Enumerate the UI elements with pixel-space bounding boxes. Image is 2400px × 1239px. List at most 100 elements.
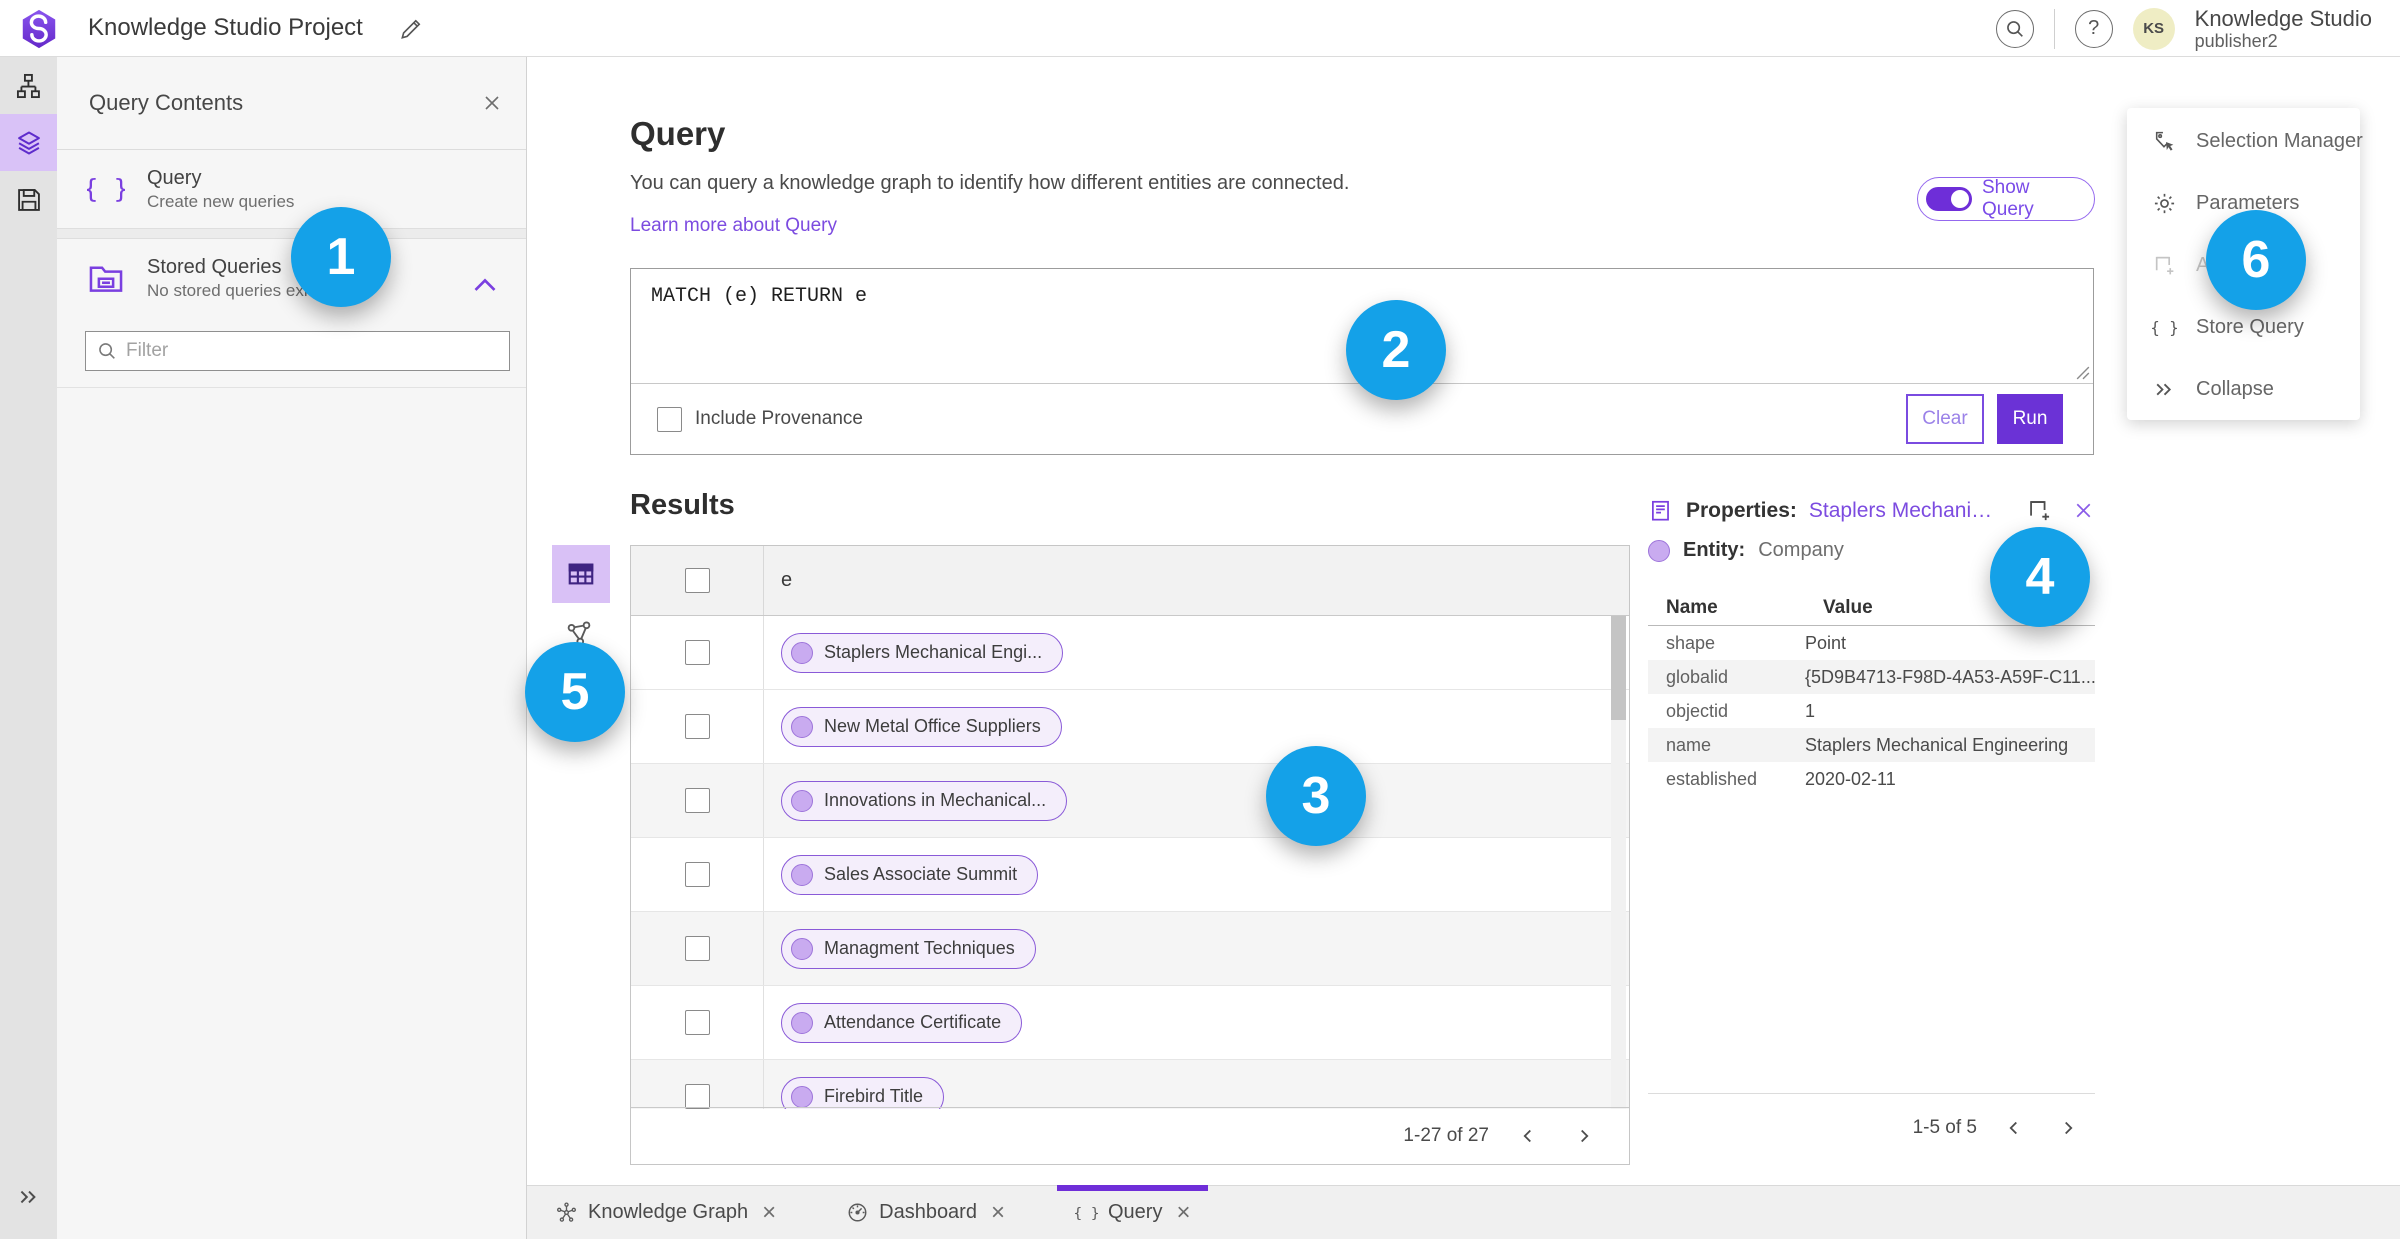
tab-knowledge-graph[interactable]: Knowledge Graph × [543, 1186, 788, 1239]
tab-query[interactable]: { } Query × [1056, 1185, 1209, 1239]
double-chevron-right-icon [2152, 377, 2177, 402]
table-row: Managment Techniques [631, 912, 1629, 986]
show-query-toggle[interactable]: Show Query [1917, 177, 2095, 221]
divider [57, 387, 526, 388]
tab-close-icon[interactable]: × [762, 1200, 776, 1225]
previous-page-icon[interactable] [1511, 1119, 1545, 1153]
entity-pill[interactable]: Firebird Title [781, 1076, 945, 1109]
menu-item-label: Store Query [2196, 315, 2304, 338]
chevron-up-icon[interactable] [466, 267, 504, 305]
property-value: 2020-02-11 [1805, 768, 1896, 789]
tab-label: Query [1107, 1201, 1163, 1223]
query-view: Query You can query a knowledge graph to… [527, 57, 2400, 1185]
entity-pill[interactable]: Innovations in Mechanical... [781, 780, 1068, 821]
next-page-icon[interactable] [2051, 1111, 2085, 1145]
svg-text:{ }: { } [2152, 319, 2177, 337]
results-table: e Staplers Mechanical Engi... New Metal O… [630, 545, 1630, 1165]
properties-table-body: shape Point globalid {5D9B4713-F98D-4A53-A5… [1648, 626, 2095, 796]
tab-dashboard[interactable]: Dashboard × [834, 1186, 1017, 1239]
scrollbar-thumb[interactable] [1611, 616, 1626, 720]
menu-item-selection-manager[interactable]: Selection Manager [2127, 110, 2363, 172]
help-icon[interactable]: ? [2074, 9, 2113, 48]
row-checkbox[interactable] [684, 1084, 710, 1109]
annotation-circle-1: 1 [291, 207, 391, 307]
run-button[interactable]: Run [1997, 394, 2063, 444]
entity-pill-label: New Metal Office Suppliers [824, 716, 1041, 736]
item-sublabel: No stored queries exist [147, 280, 321, 300]
include-provenance-checkbox[interactable] [657, 406, 682, 432]
view-tabbar: Knowledge Graph × Dashboard × { } Query × [527, 1185, 2400, 1239]
tab-close-icon[interactable]: × [991, 1200, 1005, 1225]
toggle-label: Show Query [1982, 177, 2034, 220]
clear-button[interactable]: Clear [1906, 394, 1984, 444]
menu-item-label: Selection Manager [2196, 129, 2363, 152]
add-to-map-icon[interactable] [2026, 497, 2053, 524]
table-row: Sales Associate Summit [631, 838, 1629, 912]
entity-pill[interactable]: Staplers Mechanical Engi... [781, 632, 1064, 673]
left-rail [0, 57, 57, 1239]
menu-item-collapse[interactable]: Collapse [2127, 358, 2360, 420]
row-checkbox-cell [631, 986, 764, 1059]
resize-handle-icon[interactable] [2076, 366, 2090, 380]
row-entity-cell: Firebird Title [764, 1060, 1629, 1109]
panel-section-divider [57, 228, 526, 239]
learn-more-link[interactable]: Learn more about Query [630, 215, 837, 237]
table-view-button[interactable] [552, 545, 610, 603]
row-checkbox[interactable] [684, 640, 710, 665]
rail-item-sitemap[interactable] [0, 57, 57, 114]
rail-item-layers[interactable] [0, 114, 57, 171]
previous-page-icon[interactable] [1997, 1111, 2031, 1145]
entity-row: Entity: Company [1648, 539, 1844, 562]
results-table-header: e [631, 546, 1629, 616]
topbar-actions: ? KS Knowledge Studio publisher2 [1995, 0, 2372, 57]
entity-pill-label: Innovations in Mechanical... [824, 790, 1047, 810]
close-icon[interactable] [2072, 499, 2095, 522]
table-row: Innovations in Mechanical... [631, 764, 1629, 838]
row-entity-cell: Sales Associate Summit [764, 838, 1629, 911]
property-value: {5D9B4713-F98D-4A53-A59F-C11... [1805, 666, 2095, 687]
property-name: shape [1666, 632, 1716, 653]
entity-pill[interactable]: Sales Associate Summit [781, 854, 1039, 895]
edit-pencil-icon[interactable] [398, 16, 424, 42]
page-description: You can query a knowledge graph to ident… [630, 172, 1350, 194]
knowledge-studio-logo-icon[interactable] [18, 8, 60, 50]
close-icon[interactable] [480, 91, 504, 115]
rail-item-save[interactable] [0, 171, 57, 228]
entity-pill[interactable]: Managment Techniques [781, 928, 1036, 969]
row-checkbox[interactable] [684, 1010, 710, 1035]
search-icon[interactable] [1995, 9, 2034, 48]
panel-header: Query Contents [57, 57, 526, 150]
entity-pill[interactable]: New Metal Office Suppliers [781, 706, 1062, 747]
row-checkbox[interactable] [684, 862, 710, 887]
entity-pill[interactable]: Attendance Certificate [781, 1002, 1023, 1043]
property-name: established [1666, 768, 1758, 789]
row-checkbox[interactable] [684, 714, 710, 739]
table-row: Staplers Mechanical Engi... [631, 616, 1629, 690]
next-page-icon[interactable] [1567, 1119, 1601, 1153]
avatar[interactable]: KS [2132, 7, 2175, 50]
tab-close-icon[interactable]: × [1176, 1200, 1190, 1225]
row-checkbox-cell [631, 690, 764, 763]
row-checkbox[interactable] [684, 788, 710, 813]
results-scrollbar[interactable] [1611, 616, 1626, 1109]
annotation-circle-3: 3 [1266, 746, 1366, 846]
row-checkbox[interactable] [684, 936, 710, 961]
expand-panel-icon[interactable] [0, 1177, 57, 1217]
properties-doc-icon [1648, 498, 1674, 524]
row-entity-cell: Managment Techniques [764, 912, 1629, 985]
panel-item-query[interactable]: { } Query Create new queries [57, 150, 526, 228]
entity-pill-label: Managment Techniques [824, 938, 1015, 958]
select-all-checkbox[interactable] [684, 568, 710, 593]
entity-type: Company [1758, 539, 1844, 561]
row-entity-cell: Attendance Certificate [764, 986, 1629, 1059]
property-name: name [1666, 734, 1712, 755]
stored-queries-folder-icon [87, 259, 125, 297]
properties-entity-link[interactable]: Staplers Mechanic... [1809, 499, 1994, 523]
column-header-e: e [781, 569, 793, 591]
filter-input[interactable] [126, 340, 499, 362]
table-row: New Metal Office Suppliers [631, 690, 1629, 764]
entity-pill-label: Attendance Certificate [824, 1012, 1002, 1032]
property-name: objectid [1666, 700, 1729, 721]
properties-page-text: 1-5 of 5 [1912, 1117, 1977, 1138]
entity-dot-icon [791, 1085, 813, 1108]
